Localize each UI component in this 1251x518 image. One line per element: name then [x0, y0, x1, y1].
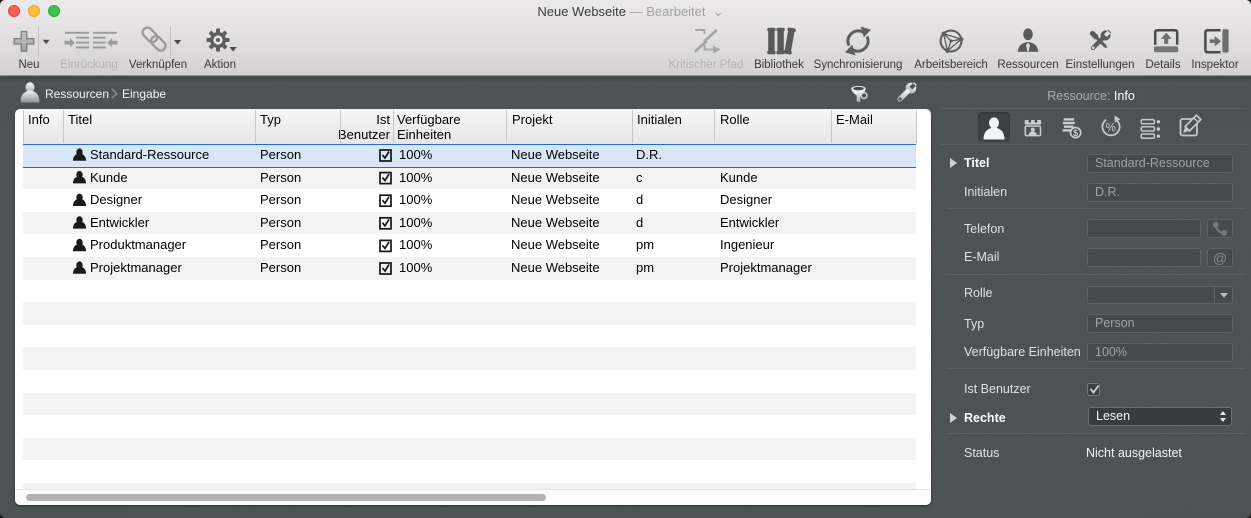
svg-text:$: $ — [1073, 128, 1078, 138]
svg-text:%: % — [1106, 122, 1116, 134]
